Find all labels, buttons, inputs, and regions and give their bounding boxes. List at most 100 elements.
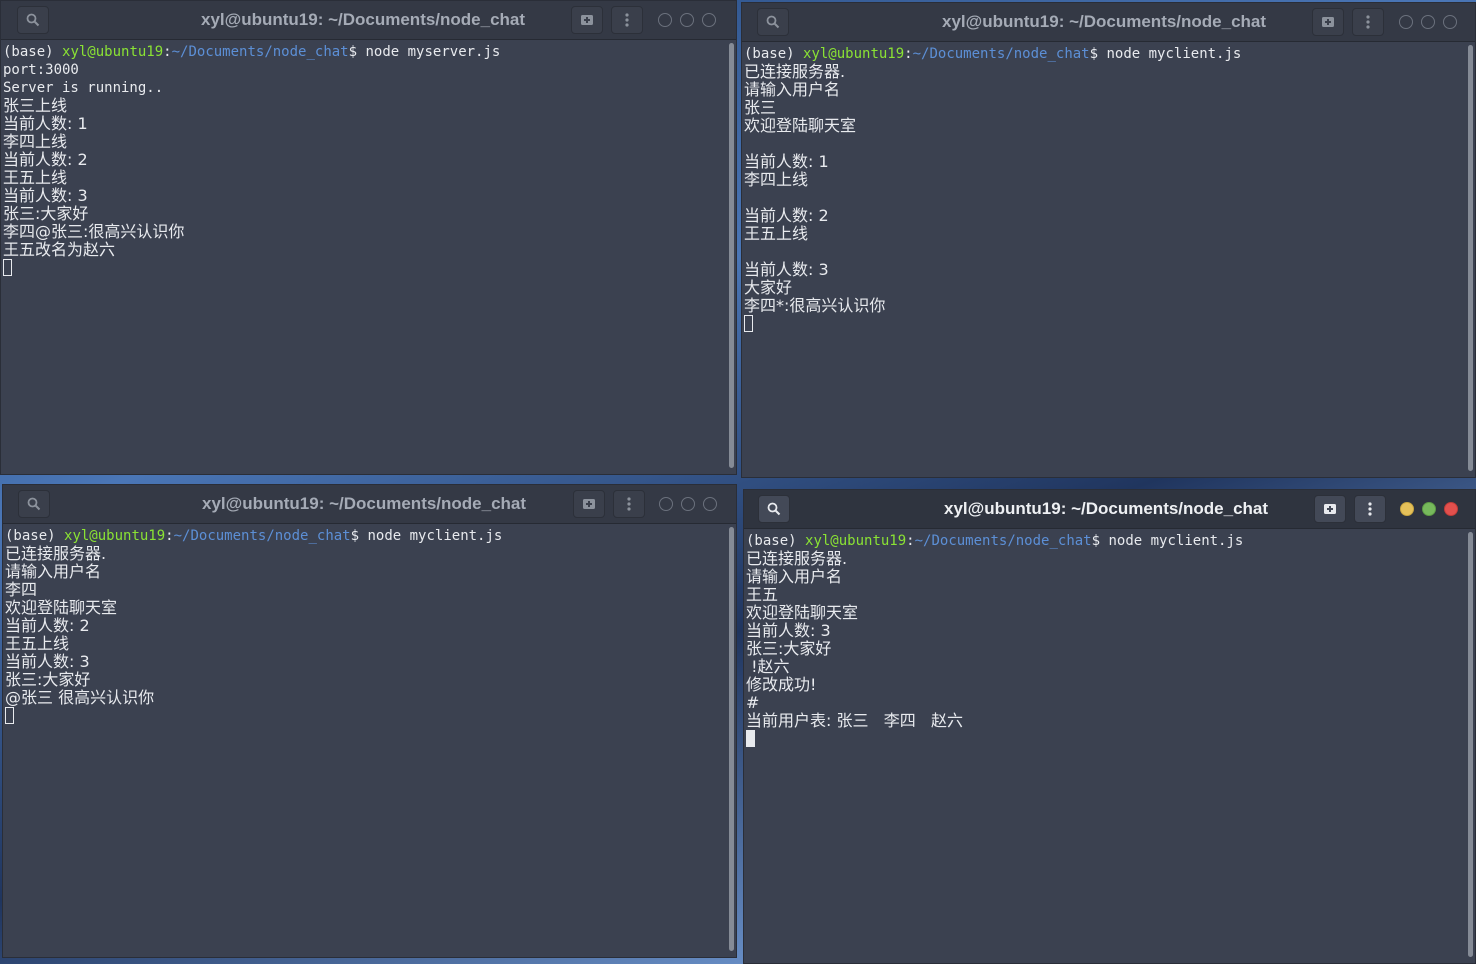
close-button[interactable] bbox=[702, 13, 716, 27]
output-line: @张三 很高兴认识你 bbox=[5, 688, 155, 707]
prompt-line: (base) xyl@ubuntu19:~/Documents/node_cha… bbox=[744, 46, 1242, 62]
maximize-button[interactable] bbox=[1421, 15, 1435, 29]
output-line: 大家好 bbox=[744, 278, 793, 297]
output-line: 欢迎登陆聊天室 bbox=[744, 116, 857, 135]
titlebar[interactable]: xyl@ubuntu19: ~/Documents/node_chat bbox=[744, 490, 1475, 529]
new-tab-button[interactable] bbox=[573, 490, 605, 518]
window-title: xyl@ubuntu19: ~/Documents/node_chat bbox=[201, 10, 526, 29]
output-line: 当前人数: 1 bbox=[744, 152, 829, 171]
output-line: 欢迎登陆聊天室 bbox=[746, 603, 859, 622]
menu-icon bbox=[1366, 15, 1370, 29]
terminal-cursor bbox=[3, 259, 12, 276]
terminal-window-server[interactable]: xyl@ubuntu19: ~/Documents/node_chat (bas… bbox=[0, 0, 737, 475]
output-line: 李四上线 bbox=[744, 170, 809, 189]
search-button[interactable] bbox=[757, 8, 789, 36]
output-line: 请输入用户名 bbox=[5, 562, 102, 581]
close-button[interactable] bbox=[703, 497, 717, 511]
prompt-line: (base) xyl@ubuntu19:~/Documents/node_cha… bbox=[5, 528, 503, 544]
menu-button[interactable] bbox=[1354, 495, 1386, 523]
output-line: 当前人数: 3 bbox=[5, 652, 90, 671]
cursor-line bbox=[5, 707, 726, 725]
scrollbar[interactable] bbox=[1468, 532, 1473, 957]
output-line: 已连接服务器. bbox=[5, 544, 107, 563]
output-line: 李四*:很高兴认识你 bbox=[744, 296, 886, 315]
cursor-line bbox=[744, 315, 1465, 333]
new-tab-button[interactable] bbox=[1314, 495, 1346, 523]
cursor-line bbox=[746, 730, 1465, 748]
output-line: 张三上线 bbox=[3, 96, 68, 115]
new-tab-button[interactable] bbox=[1312, 8, 1344, 36]
menu-icon bbox=[627, 497, 631, 511]
menu-button[interactable] bbox=[613, 490, 645, 518]
new-tab-icon bbox=[583, 499, 595, 509]
titlebar[interactable]: xyl@ubuntu19: ~/Documents/node_chat bbox=[742, 3, 1475, 42]
close-button[interactable] bbox=[1444, 502, 1458, 516]
terminal-window-client-wangwu[interactable]: xyl@ubuntu19: ~/Documents/node_chat (bas… bbox=[743, 489, 1476, 964]
scrollbar[interactable] bbox=[729, 43, 734, 468]
output-line: 欢迎登陆聊天室 bbox=[5, 598, 118, 617]
new-tab-icon bbox=[1322, 17, 1334, 27]
terminal-output[interactable]: (base) xyl@ubuntu19:~/Documents/node_cha… bbox=[3, 523, 726, 957]
output-line: 李四上线 bbox=[3, 132, 68, 151]
output-line: 已连接服务器. bbox=[744, 62, 846, 81]
output-line: Server is running.. bbox=[3, 80, 164, 96]
terminal-window-client-lisi[interactable]: xyl@ubuntu19: ~/Documents/node_chat (bas… bbox=[2, 484, 737, 958]
terminal-cursor bbox=[744, 315, 753, 332]
output-line: 李四 bbox=[5, 580, 38, 599]
terminal-output[interactable]: (base) xyl@ubuntu19:~/Documents/node_cha… bbox=[1, 39, 726, 474]
output-line: 当前人数: 3 bbox=[3, 186, 88, 205]
output-line: 张三:大家好 bbox=[3, 204, 89, 223]
output-line: port:3000 bbox=[3, 62, 79, 78]
output-line: 当前人数: 2 bbox=[3, 150, 88, 169]
minimize-button[interactable] bbox=[1399, 15, 1413, 29]
search-icon bbox=[26, 13, 40, 27]
menu-button[interactable] bbox=[611, 6, 643, 34]
maximize-button[interactable] bbox=[681, 497, 695, 511]
output-line: 李四@张三:很高兴认识你 bbox=[3, 222, 185, 241]
window-title: xyl@ubuntu19: ~/Documents/node_chat bbox=[944, 499, 1269, 518]
output-line: 已连接服务器. bbox=[746, 549, 848, 568]
prompt-line: (base) xyl@ubuntu19:~/Documents/node_cha… bbox=[3, 44, 501, 60]
minimize-button[interactable] bbox=[1400, 502, 1414, 516]
window-title: xyl@ubuntu19: ~/Documents/node_chat bbox=[942, 12, 1267, 31]
close-button[interactable] bbox=[1443, 15, 1457, 29]
minimize-button[interactable] bbox=[659, 497, 673, 511]
search-button[interactable] bbox=[18, 490, 50, 518]
new-tab-button[interactable] bbox=[571, 6, 603, 34]
cursor-line bbox=[3, 259, 726, 277]
output-line: 当前人数: 3 bbox=[744, 260, 829, 279]
minimize-button[interactable] bbox=[658, 13, 672, 27]
output-line: 王五上线 bbox=[5, 634, 70, 653]
output-line: 修改成功! bbox=[746, 675, 817, 694]
menu-icon bbox=[625, 13, 629, 27]
titlebar[interactable]: xyl@ubuntu19: ~/Documents/node_chat bbox=[3, 485, 736, 524]
menu-button[interactable] bbox=[1352, 8, 1384, 36]
search-button[interactable] bbox=[17, 6, 49, 34]
terminal-output[interactable]: (base) xyl@ubuntu19:~/Documents/node_cha… bbox=[744, 528, 1465, 963]
search-button[interactable] bbox=[758, 495, 790, 523]
menu-icon bbox=[1368, 502, 1372, 516]
output-line: 王五改名为赵六 bbox=[3, 240, 116, 259]
maximize-button[interactable] bbox=[680, 13, 694, 27]
search-icon bbox=[767, 502, 781, 516]
output-line: 王五上线 bbox=[744, 224, 809, 243]
maximize-button[interactable] bbox=[1422, 502, 1436, 516]
output-line: 张三:大家好 bbox=[746, 639, 832, 658]
output-line: 张三:大家好 bbox=[5, 670, 91, 689]
terminal-output[interactable]: (base) xyl@ubuntu19:~/Documents/node_cha… bbox=[742, 41, 1465, 477]
output-line: 当前人数: 3 bbox=[746, 621, 831, 640]
scrollbar[interactable] bbox=[729, 527, 734, 951]
output-line: 当前人数: 1 bbox=[3, 114, 88, 133]
output-line: # bbox=[746, 693, 760, 712]
output-line: 当前用户表: 张三 李四 赵六 bbox=[746, 711, 963, 730]
terminal-window-client-zhangsan[interactable]: xyl@ubuntu19: ~/Documents/node_chat (bas… bbox=[741, 2, 1476, 478]
output-line: 张三 bbox=[744, 98, 777, 117]
window-title: xyl@ubuntu19: ~/Documents/node_chat bbox=[202, 494, 527, 513]
output-line: 当前人数: 2 bbox=[5, 616, 90, 635]
titlebar[interactable]: xyl@ubuntu19: ~/Documents/node_chat bbox=[1, 1, 736, 40]
terminal-cursor bbox=[5, 707, 14, 724]
scrollbar[interactable] bbox=[1468, 45, 1473, 471]
